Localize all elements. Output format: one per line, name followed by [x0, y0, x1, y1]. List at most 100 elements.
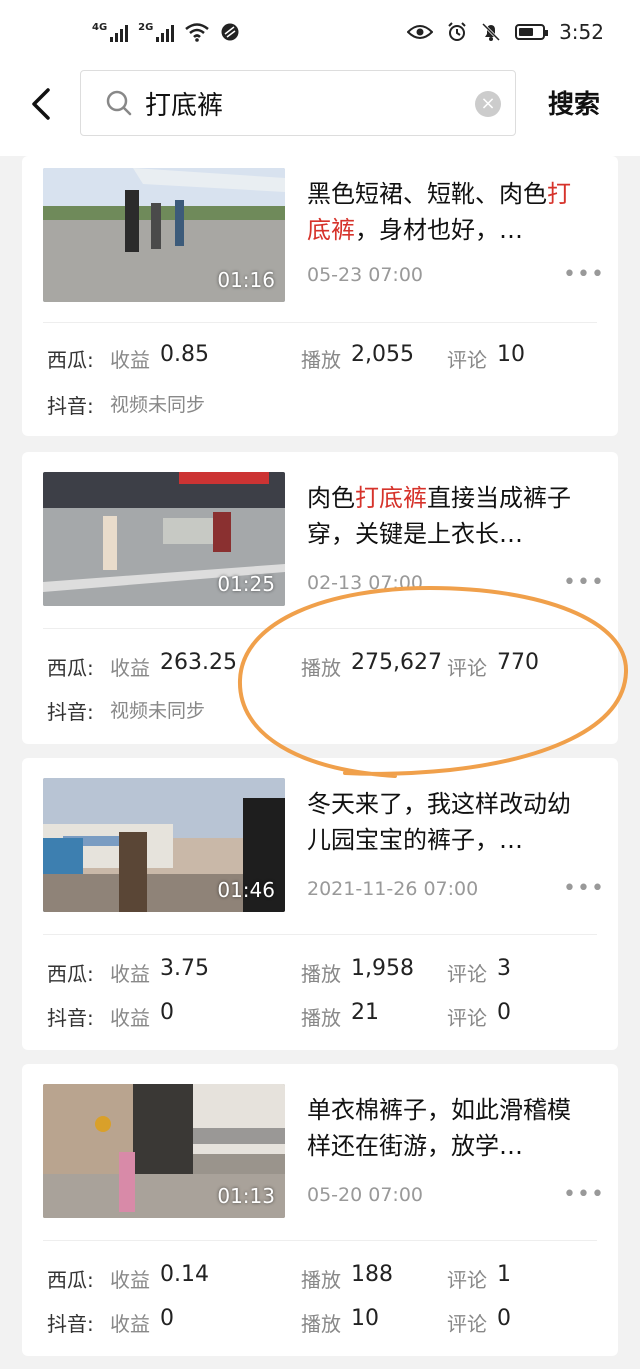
video-result-card[interactable]: 01:46 冬天来了，我这样改动幼儿园宝宝的裤子，… 2021-11-26 07… — [22, 758, 618, 1050]
video-result-card[interactable]: 01:13 单衣棉裤子，如此滑稽模样还在街游，放学… 05-20 07:00 •… — [22, 1064, 618, 1356]
title-text: 单衣棉裤子，如此滑稽模样还在街游，放学… — [307, 1096, 571, 1160]
plays-label: 播放 — [301, 1268, 341, 1292]
comments-label: 评论 — [447, 1268, 487, 1292]
plays-value: 188 — [351, 1262, 393, 1287]
platform-label: 抖音: — [47, 1006, 94, 1030]
revenue-value: 3.75 — [160, 956, 209, 981]
publish-date: 2021-11-26 07:00 — [307, 878, 479, 900]
wifi-icon — [185, 23, 210, 42]
battery-icon — [515, 24, 549, 40]
more-options-icon[interactable]: ••• — [563, 1182, 605, 1207]
revenue-value: 0.14 — [160, 1262, 209, 1287]
signal-icon: 4G — [92, 22, 129, 42]
platform-label: 抖音: — [47, 1312, 94, 1336]
video-duration: 01:25 — [217, 572, 275, 596]
comments-label: 评论 — [447, 656, 487, 680]
vpn-icon — [221, 23, 239, 41]
sync-status: 视频未同步 — [110, 700, 206, 722]
sync-status: 视频未同步 — [110, 394, 206, 416]
video-duration: 01:46 — [217, 878, 275, 902]
video-title[interactable]: 肉色打底裤直接当成裤子穿，关键是上衣长… — [307, 480, 587, 552]
more-options-icon[interactable]: ••• — [563, 570, 605, 595]
back-arrow-icon[interactable] — [28, 84, 58, 124]
signal-icon: 2G — [138, 22, 175, 42]
title-text: 黑色短裙、短靴、肉色 — [307, 180, 547, 208]
platform-label: 抖音: — [47, 700, 94, 724]
divider — [43, 322, 597, 323]
network-type-label: 2G — [138, 22, 154, 33]
comments-value: 770 — [497, 650, 539, 675]
status-bar: 4G 2G 3:52 — [0, 0, 640, 66]
divider — [43, 628, 597, 629]
alarm-icon — [448, 22, 466, 41]
comments-value: 0 — [497, 1306, 511, 1331]
search-query-text[interactable]: 打底裤 — [145, 85, 223, 122]
platform-label: 抖音: — [47, 394, 94, 418]
revenue-label: 收益 — [110, 1268, 150, 1292]
more-options-icon[interactable]: ••• — [563, 876, 605, 901]
plays-label: 播放 — [301, 962, 341, 986]
video-thumbnail[interactable]: 01:46 — [43, 778, 285, 912]
plays-value: 1,958 — [351, 956, 414, 981]
video-title[interactable]: 黑色短裙、短靴、肉色打底裤，身材也好，… — [307, 176, 587, 248]
eye-icon — [407, 25, 434, 39]
mute-bell-icon — [482, 22, 501, 42]
plays-value: 2,055 — [351, 342, 414, 367]
search-input[interactable]: 打底裤 × — [80, 70, 516, 136]
title-text: 冬天来了，我这样改动幼儿园宝宝的裤子，… — [307, 790, 571, 854]
publish-date: 05-20 07:00 — [307, 1184, 424, 1206]
title-text: 肉色 — [307, 484, 355, 512]
comments-value: 0 — [497, 1000, 511, 1025]
plays-value: 21 — [351, 1000, 379, 1025]
revenue-label: 收益 — [110, 1006, 150, 1030]
network-type-label: 4G — [92, 22, 108, 33]
divider — [43, 1240, 597, 1241]
xigua-stats-row: 西瓜: 收益 0.85 播放 2,055 评论 10 — [47, 342, 618, 378]
revenue-label: 收益 — [110, 656, 150, 680]
revenue-value: 0 — [160, 1306, 174, 1331]
comments-value: 3 — [497, 956, 511, 981]
video-thumbnail[interactable]: 01:25 — [43, 472, 285, 606]
video-title[interactable]: 单衣棉裤子，如此滑稽模样还在街游，放学… — [307, 1092, 587, 1164]
video-title[interactable]: 冬天来了，我这样改动幼儿园宝宝的裤子，… — [307, 786, 587, 858]
video-thumbnail[interactable]: 01:16 — [43, 168, 285, 302]
more-options-icon[interactable]: ••• — [563, 262, 605, 287]
video-result-card[interactable]: 01:16 黑色短裙、短靴、肉色打底裤，身材也好，… 05-23 07:00 •… — [22, 156, 618, 436]
plays-label: 播放 — [301, 1312, 341, 1336]
xigua-stats-row: 西瓜: 收益 0.14 播放 188 评论 1 — [47, 1262, 618, 1298]
revenue-label: 收益 — [110, 1312, 150, 1336]
douyin-stats-row: 抖音: 收益 0 播放 10 评论 0 — [47, 1306, 618, 1342]
plays-label: 播放 — [301, 656, 341, 680]
search-button[interactable]: 搜索 — [548, 84, 600, 121]
plays-label: 播放 — [301, 348, 341, 372]
divider — [43, 934, 597, 935]
comments-label: 评论 — [447, 962, 487, 986]
video-thumbnail[interactable]: 01:13 — [43, 1084, 285, 1218]
revenue-label: 收益 — [110, 348, 150, 372]
video-result-card[interactable]: 01:25 肉色打底裤直接当成裤子穿，关键是上衣长… 02-13 07:00 •… — [22, 452, 618, 744]
video-duration: 01:13 — [217, 1184, 275, 1208]
revenue-value: 263.25 — [160, 650, 237, 675]
platform-label: 西瓜: — [47, 962, 94, 986]
douyin-stats-row: 抖音: 收益 0 播放 21 评论 0 — [47, 1000, 618, 1036]
plays-value: 10 — [351, 1306, 379, 1331]
revenue-value: 0.85 — [160, 342, 209, 367]
comments-value: 1 — [497, 1262, 511, 1287]
comments-value: 10 — [497, 342, 525, 367]
publish-date: 02-13 07:00 — [307, 572, 424, 594]
plays-label: 播放 — [301, 1006, 341, 1030]
search-icon — [106, 90, 132, 116]
douyin-stats-row: 抖音: 视频未同步 — [47, 696, 618, 730]
platform-label: 西瓜: — [47, 656, 94, 680]
clear-icon[interactable]: × — [475, 91, 501, 117]
publish-date: 05-23 07:00 — [307, 264, 424, 286]
revenue-label: 收益 — [110, 962, 150, 986]
douyin-stats-row: 抖音: 视频未同步 — [47, 390, 618, 424]
plays-value: 275,627 — [351, 650, 442, 675]
title-text: ，身材也好，… — [355, 216, 523, 244]
platform-label: 西瓜: — [47, 348, 94, 372]
title-keyword-highlight: 打底裤 — [355, 484, 427, 512]
xigua-stats-row: 西瓜: 收益 263.25 播放 275,627 评论 770 — [47, 650, 618, 686]
clock: 3:52 — [559, 20, 604, 44]
comments-label: 评论 — [447, 348, 487, 372]
